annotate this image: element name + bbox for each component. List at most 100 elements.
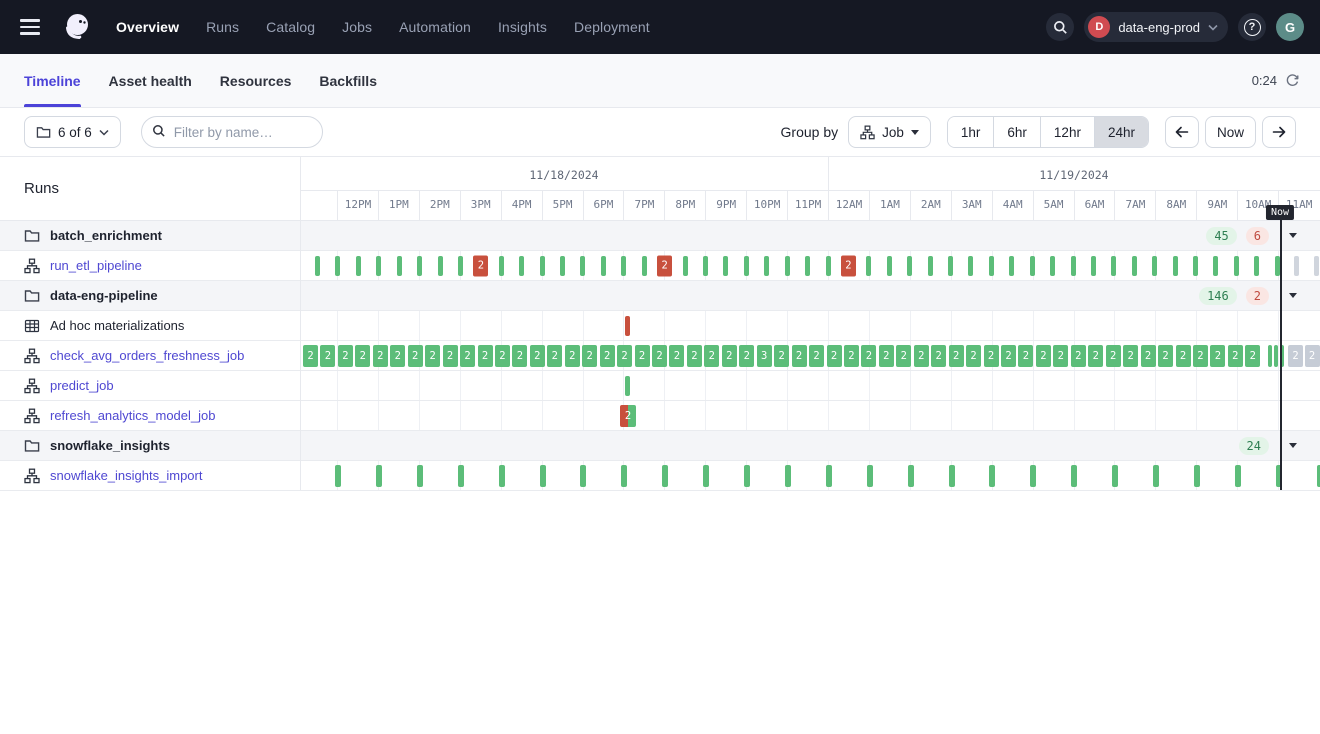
- run-mark[interactable]: 3: [757, 345, 772, 367]
- run-mark[interactable]: [1071, 256, 1076, 276]
- run-mark[interactable]: [1235, 465, 1241, 487]
- run-mark[interactable]: [764, 256, 769, 276]
- run-mark[interactable]: [580, 465, 586, 487]
- collapse-caret-icon[interactable]: [1282, 435, 1304, 457]
- run-mark[interactable]: 2: [425, 345, 440, 367]
- run-mark[interactable]: [989, 256, 994, 276]
- run-mark[interactable]: 2: [547, 345, 562, 367]
- run-mark[interactable]: 2: [687, 345, 702, 367]
- run-mark[interactable]: 2: [966, 345, 981, 367]
- run-mark[interactable]: 2: [739, 345, 754, 367]
- run-mark[interactable]: [540, 256, 545, 276]
- run-mark[interactable]: 2: [1228, 345, 1243, 367]
- run-mark[interactable]: [376, 256, 381, 276]
- run-mark[interactable]: [1009, 256, 1014, 276]
- run-mark[interactable]: [642, 256, 647, 276]
- run-mark[interactable]: [438, 256, 443, 276]
- run-mark[interactable]: 2: [303, 345, 318, 367]
- run-mark[interactable]: [867, 465, 873, 487]
- run-mark[interactable]: [376, 465, 382, 487]
- run-mark[interactable]: 2: [704, 345, 719, 367]
- run-mark[interactable]: 2: [495, 345, 510, 367]
- run-mark[interactable]: [1030, 256, 1035, 276]
- run-mark[interactable]: 2: [355, 345, 370, 367]
- run-mark[interactable]: 2: [841, 255, 856, 276]
- nav-item-runs[interactable]: Runs: [206, 19, 239, 35]
- run-mark[interactable]: [1132, 256, 1137, 276]
- run-mark[interactable]: 2: [949, 345, 964, 367]
- run-mark[interactable]: 2: [1176, 345, 1191, 367]
- run-mark[interactable]: [826, 465, 832, 487]
- run-mark[interactable]: [621, 256, 626, 276]
- run-mark[interactable]: 2: [657, 255, 672, 276]
- user-avatar[interactable]: G: [1276, 13, 1304, 41]
- run-mark[interactable]: [356, 256, 361, 276]
- tab-timeline[interactable]: Timeline: [24, 54, 81, 107]
- run-mark[interactable]: [1274, 345, 1278, 367]
- deployment-switcher[interactable]: D data-eng-prod: [1084, 12, 1228, 42]
- run-mark[interactable]: [601, 256, 606, 276]
- menu-icon[interactable]: [20, 14, 46, 40]
- run-mark[interactable]: 2: [844, 345, 859, 367]
- run-mark[interactable]: [1314, 256, 1319, 276]
- run-mark[interactable]: [968, 256, 973, 276]
- job-link-run-etl-pipeline[interactable]: run_etl_pipeline: [50, 258, 142, 273]
- run-mark[interactable]: 2: [1053, 345, 1068, 367]
- run-mark[interactable]: [625, 376, 630, 396]
- run-mark[interactable]: [335, 465, 341, 487]
- run-mark[interactable]: [723, 256, 728, 276]
- run-mark[interactable]: 2: [390, 345, 405, 367]
- run-mark[interactable]: [1152, 256, 1157, 276]
- filter-by-name-input[interactable]: [141, 116, 323, 148]
- run-mark[interactable]: [499, 256, 504, 276]
- run-mark[interactable]: 2: [338, 345, 353, 367]
- run-mark[interactable]: [560, 256, 565, 276]
- run-mark[interactable]: 2: [879, 345, 894, 367]
- run-mark[interactable]: [1112, 465, 1118, 487]
- run-mark[interactable]: 2: [1088, 345, 1103, 367]
- collapse-caret-icon[interactable]: [1282, 225, 1304, 247]
- run-mark[interactable]: 2: [408, 345, 423, 367]
- run-mark[interactable]: 2: [600, 345, 615, 367]
- run-mark[interactable]: [826, 256, 831, 276]
- run-mark[interactable]: 2: [669, 345, 684, 367]
- run-mark[interactable]: [948, 256, 953, 276]
- run-mark[interactable]: 2: [827, 345, 842, 367]
- run-mark[interactable]: [1050, 256, 1055, 276]
- run-mark[interactable]: [1254, 256, 1259, 276]
- nav-item-deployment[interactable]: Deployment: [574, 19, 650, 35]
- help-icon[interactable]: ?: [1238, 13, 1266, 41]
- run-mark[interactable]: [887, 256, 892, 276]
- run-mark[interactable]: [1193, 256, 1198, 276]
- run-mark[interactable]: 2: [1071, 345, 1086, 367]
- run-mark[interactable]: [625, 316, 630, 336]
- run-mark[interactable]: [397, 256, 402, 276]
- dagster-logo-icon[interactable]: [60, 10, 94, 44]
- tab-asset-health[interactable]: Asset health: [109, 54, 192, 107]
- run-mark[interactable]: 2: [530, 345, 545, 367]
- run-mark[interactable]: 2: [984, 345, 999, 367]
- run-mark[interactable]: [1071, 465, 1077, 487]
- run-mark[interactable]: [1030, 465, 1036, 487]
- nav-item-insights[interactable]: Insights: [498, 19, 547, 35]
- run-mark[interactable]: 2: [1305, 345, 1320, 367]
- refresh-icon[interactable]: [1285, 73, 1300, 88]
- job-link-check-avg-orders-freshness-job[interactable]: check_avg_orders_freshness_job: [50, 348, 244, 363]
- run-mark[interactable]: [458, 256, 463, 276]
- job-link-snowflake-insights-import[interactable]: snowflake_insights_import: [50, 468, 202, 483]
- run-mark[interactable]: [499, 465, 505, 487]
- run-mark[interactable]: 2: [582, 345, 597, 367]
- run-mark[interactable]: [785, 465, 791, 487]
- job-link-refresh-analytics-model-job[interactable]: refresh_analytics_model_job: [50, 408, 215, 423]
- run-mark[interactable]: 2: [1123, 345, 1138, 367]
- run-mark[interactable]: [908, 465, 914, 487]
- run-mark[interactable]: 2: [635, 345, 650, 367]
- run-mark[interactable]: [866, 256, 871, 276]
- run-mark[interactable]: [683, 256, 688, 276]
- now-button[interactable]: Now: [1205, 116, 1256, 148]
- run-mark[interactable]: [703, 465, 709, 487]
- run-mark[interactable]: 2: [722, 345, 737, 367]
- run-mark[interactable]: 2: [1210, 345, 1225, 367]
- run-mark[interactable]: [1111, 256, 1116, 276]
- run-mark[interactable]: [744, 465, 750, 487]
